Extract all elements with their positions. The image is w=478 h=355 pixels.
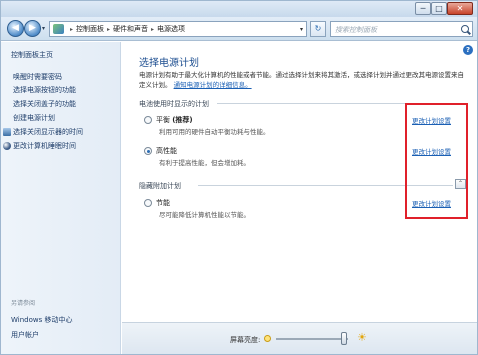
monitor-icon	[3, 128, 11, 136]
section-shown-plans-label: 电池使用时显示的计划	[139, 100, 209, 108]
plan-name-power-saver[interactable]: 节能	[156, 198, 170, 208]
plan-desc-high-performance: 有利于提高性能，但会增加耗。	[159, 159, 250, 167]
plan-name-balanced[interactable]: 平衡 (推荐)	[156, 115, 193, 125]
title-bar: ─ □ ✕	[1, 1, 477, 17]
plan-name-high-performance[interactable]: 高性能	[156, 146, 177, 156]
breadcrumb-hardware-sound[interactable]: 硬件和声音	[113, 24, 148, 34]
plan-desc-power-saver: 尽可能降低计算机性能以节能。	[159, 211, 250, 219]
breadcrumb-separator-icon: ▸	[107, 25, 111, 33]
sidebar-link-user-accounts[interactable]: 用户帐户	[11, 330, 39, 340]
address-bar[interactable]: ▸ 控制面板 ▸ 硬件和声音 ▸ 电源选项 ▾	[49, 21, 307, 37]
section-hidden-plans-label: 隐藏附加计划	[139, 182, 181, 190]
help-icon[interactable]: ?	[463, 45, 473, 55]
plan-name-text: 平衡	[156, 116, 170, 124]
power-options-window: ─ □ ✕ ◀ ▶ ▾ ▸ 控制面板 ▸ 硬件和声音 ▸ 电源选项 ▾ ↻ 搜索…	[0, 0, 478, 355]
main-content: ? 选择电源计划 电源计划有助于最大化计算机的性能或者节能。通过选择计划来将其激…	[122, 42, 477, 340]
task-pane: 控制面板主页 唤醒时需要密码 选择电源按钮的功能 选择关闭盖子的功能 创建电源计…	[1, 42, 121, 354]
breadcrumb-separator-icon: ▸	[70, 25, 74, 33]
plan-desc-balanced: 利用可用的硬件自动平衡功耗与性能。	[159, 128, 270, 136]
back-button[interactable]: ◀	[7, 20, 24, 37]
recent-pages-dropdown-icon[interactable]: ▾	[42, 25, 45, 32]
navigation-bar: ◀ ▶ ▾ ▸ 控制面板 ▸ 硬件和声音 ▸ 电源选项 ▾ ↻ 搜索控制面板	[1, 17, 477, 41]
breadcrumb-control-panel[interactable]: 控制面板	[76, 24, 104, 34]
sidebar-link-display-off[interactable]: 选择关闭显示器的时间	[13, 127, 83, 137]
search-placeholder: 搜索控制面板	[335, 26, 377, 34]
brightness-slider[interactable]	[276, 338, 348, 340]
sidebar-link-mobility-center[interactable]: Windows 移动中心	[11, 315, 72, 325]
moon-icon	[3, 142, 11, 150]
highlight-box	[405, 103, 468, 219]
sidebar-link-control-panel-home[interactable]: 控制面板主页	[11, 50, 53, 60]
minimize-button[interactable]: ─	[415, 2, 431, 15]
sidebar-link-create-plan[interactable]: 创建电源计划	[13, 113, 55, 123]
brightness-slider-thumb[interactable]	[341, 332, 348, 345]
plan-radio-power-saver[interactable]	[144, 199, 152, 207]
brightness-label: 屏幕亮度:	[230, 336, 261, 344]
dim-sun-icon	[264, 335, 271, 342]
page-description: 电源计划有助于最大化计算机的性能或者节能。通过选择计划来将其激活，或选择计划并通…	[139, 70, 466, 90]
control-panel-icon	[53, 24, 64, 34]
sidebar-link-require-password[interactable]: 唤醒时需要密码	[13, 72, 62, 82]
plan-radio-high-performance[interactable]	[144, 147, 152, 155]
bright-sun-icon: ☀	[357, 331, 367, 344]
search-icon[interactable]	[461, 25, 469, 33]
address-dropdown-icon[interactable]: ▾	[300, 26, 303, 33]
see-also-heading: 另请参阅	[11, 300, 36, 307]
sidebar-link-lid-close[interactable]: 选择关闭盖子的功能	[13, 99, 76, 109]
page-title: 选择电源计划	[139, 58, 199, 69]
maximize-button[interactable]: □	[431, 2, 447, 15]
close-button[interactable]: ✕	[447, 2, 473, 15]
recommended-tag: (推荐)	[172, 116, 193, 124]
refresh-button[interactable]: ↻	[310, 21, 326, 37]
brightness-bar: 屏幕亮度: ☀	[122, 322, 477, 354]
forward-button[interactable]: ▶	[24, 20, 41, 37]
sidebar-link-power-buttons[interactable]: 选择电源按钮的功能	[13, 85, 76, 95]
search-input[interactable]: 搜索控制面板	[330, 21, 473, 37]
plan-radio-balanced[interactable]	[144, 116, 152, 124]
breadcrumb-separator-icon: ▸	[151, 25, 155, 33]
sidebar-link-sleep-time[interactable]: 更改计算机睡眠时间	[13, 141, 76, 151]
plan-info-link[interactable]: 通知电源计划的详细信息。	[174, 81, 252, 89]
breadcrumb-power-options[interactable]: 电源选项	[157, 24, 185, 34]
